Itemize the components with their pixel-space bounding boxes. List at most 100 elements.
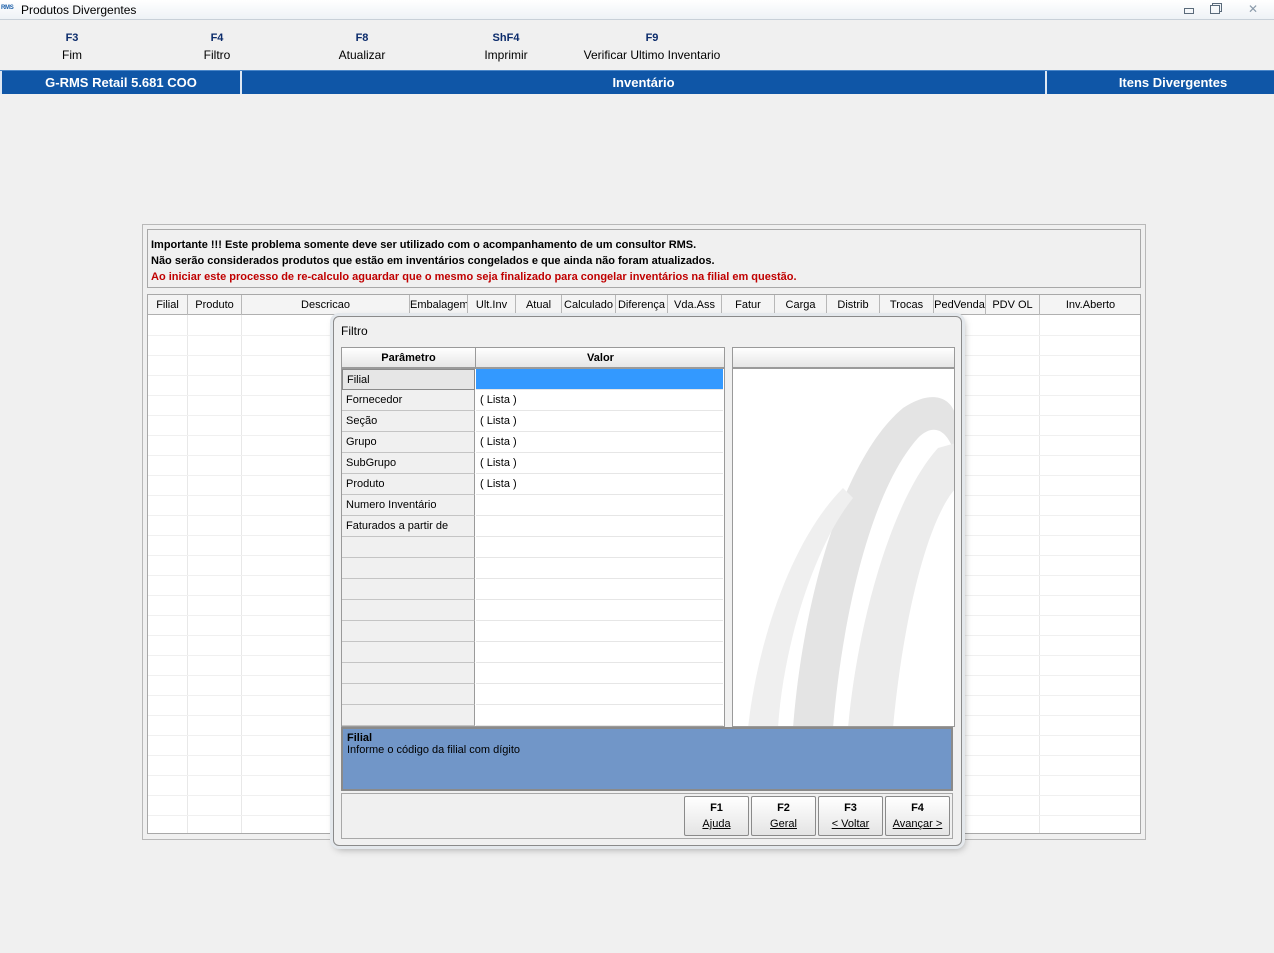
param-row-empty [342, 621, 724, 642]
avancar-button[interactable]: F4 Avançar > [885, 796, 950, 836]
col-header-pdv-ol[interactable]: PDV OL [986, 295, 1040, 315]
col-header-vda-ass[interactable]: Vda.Ass [668, 295, 722, 315]
param-value-empty [476, 558, 723, 579]
param-name: Numero Inventário [342, 495, 475, 516]
param-row-empty [342, 537, 724, 558]
module-label: Inventário [612, 75, 675, 90]
param-name-empty [342, 684, 475, 705]
param-value-empty [476, 621, 723, 642]
app-version-label: G-RMS Retail 5.681 COO [45, 75, 197, 90]
col-header-calculado[interactable]: Calculado [562, 295, 616, 315]
restore-button[interactable] [1200, 0, 1230, 18]
col-header-carga[interactable]: Carga [775, 295, 827, 315]
param-row-empty [342, 663, 724, 684]
notice-box: Importante !!! Este problema somente dev… [147, 229, 1141, 288]
param-name-empty [342, 663, 475, 684]
rms-logo-icon: RMS [1, 5, 14, 11]
button-key: F2 [777, 802, 790, 814]
filtro-button[interactable]: F4 Filtro [197, 28, 237, 64]
numero-inventario-value[interactable] [476, 495, 723, 516]
fkey-code: F8 [355, 32, 369, 44]
param-name-empty [342, 705, 475, 726]
param-row-subgrupo[interactable]: SubGrupo ( Lista ) [342, 453, 724, 474]
button-key: F1 [710, 802, 723, 814]
watermark-swoosh-icon [748, 397, 954, 726]
col-header-atual[interactable]: Atual [516, 295, 562, 315]
restore-icon [1210, 4, 1220, 14]
fkey-label: Atualizar [338, 48, 386, 62]
imprimir-button[interactable]: ShF4 Imprimir [476, 28, 536, 64]
param-name: SubGrupo [342, 453, 475, 474]
button-label: < Voltar [831, 818, 870, 830]
param-row-filial[interactable]: Filial [342, 369, 724, 390]
param-name: Faturados a partir de [342, 516, 475, 537]
grupo-value[interactable]: ( Lista ) [476, 432, 723, 453]
param-name: Grupo [342, 432, 475, 453]
param-row-produto[interactable]: Produto ( Lista ) [342, 474, 724, 495]
param-row-empty [342, 705, 724, 726]
screen-label: Itens Divergentes [1118, 75, 1228, 90]
module-banner: G-RMS Retail 5.681 COO Inventário Itens … [0, 70, 1274, 94]
param-row-faturados[interactable]: Faturados a partir de [342, 516, 724, 537]
button-label: Geral [770, 818, 797, 830]
param-row-secao[interactable]: Seção ( Lista ) [342, 411, 724, 432]
param-name: Filial [342, 369, 475, 390]
faturados-value[interactable] [476, 516, 723, 537]
param-row-empty [342, 558, 724, 579]
col-header-trocas[interactable]: Trocas [880, 295, 934, 315]
button-label: Ajuda [702, 818, 731, 830]
param-row-empty [342, 600, 724, 621]
parameter-table: Parâmetro Valor Filial Fornecedor ( List… [341, 347, 725, 727]
fkey-code: ShF4 [492, 32, 520, 44]
col-header-parametro: Parâmetro [342, 348, 476, 369]
subgrupo-value[interactable]: ( Lista ) [476, 453, 723, 474]
param-row-fornecedor[interactable]: Fornecedor ( Lista ) [342, 390, 724, 411]
col-header-descricao[interactable]: Descricao [242, 295, 410, 315]
param-row-empty [342, 684, 724, 705]
notice-line-2: Não serão considerados produtos que estã… [151, 255, 715, 267]
param-name: Fornecedor [342, 390, 475, 411]
col-header-ult-inv[interactable]: Ult.Inv [468, 295, 516, 315]
col-header-pedvenda[interactable]: PedVenda [934, 295, 986, 315]
param-value-empty [476, 600, 723, 621]
geral-button[interactable]: F2 Geral [751, 796, 816, 836]
window-title: Produtos Divergentes [21, 3, 137, 17]
param-value-empty [476, 537, 723, 558]
atualizar-button[interactable]: F8 Atualizar [332, 28, 392, 64]
param-name-empty [342, 537, 475, 558]
fkey-code: F9 [645, 32, 659, 44]
param-row-numero-inventario[interactable]: Numero Inventário [342, 495, 724, 516]
button-key: F4 [911, 802, 924, 814]
verificar-ultimo-inventario-button[interactable]: F9 Verificar Ultimo Inventario [577, 28, 727, 64]
produto-value[interactable]: ( Lista ) [476, 474, 723, 495]
col-header-fatur[interactable]: Fatur [722, 295, 775, 315]
secao-value[interactable]: ( Lista ) [476, 411, 723, 432]
window-titlebar: RMS Produtos Divergentes ✕ [0, 0, 1274, 20]
fkey-code: F3 [65, 32, 79, 44]
voltar-button[interactable]: F3 < Voltar [818, 796, 883, 836]
col-header-inv-aberto[interactable]: Inv.Aberto [1040, 295, 1140, 315]
grid-header: Filial Produto Descricao Embalagem Ult.I… [148, 295, 1140, 315]
col-header-filial[interactable]: Filial [148, 295, 188, 315]
dialog-title: Filtro [341, 324, 368, 338]
param-value-empty [476, 684, 723, 705]
help-box: Filial Informe o código da filial com dí… [341, 727, 953, 791]
col-header-produto[interactable]: Produto [188, 295, 242, 315]
minimize-icon [1184, 8, 1194, 14]
col-header-distrib[interactable]: Distrib [827, 295, 880, 315]
filial-value-input[interactable] [476, 369, 723, 390]
param-value-empty [476, 663, 723, 684]
close-icon: ✕ [1247, 2, 1259, 16]
col-header-embalagem[interactable]: Embalagem [410, 295, 468, 315]
fim-button[interactable]: F3 Fim [52, 28, 92, 64]
col-header-diferenca[interactable]: Diferença [616, 295, 668, 315]
param-row-empty [342, 642, 724, 663]
fornecedor-value[interactable]: ( Lista ) [476, 390, 723, 411]
close-button[interactable]: ✕ [1238, 0, 1268, 18]
button-label: Avançar > [892, 818, 943, 830]
param-row-grupo[interactable]: Grupo ( Lista ) [342, 432, 724, 453]
ajuda-button[interactable]: F1 Ajuda [684, 796, 749, 836]
param-value-empty [476, 705, 723, 726]
button-key: F3 [844, 802, 857, 814]
filter-dialog: Filtro Parâmetro Valor Filial Fornecedor… [333, 316, 962, 846]
